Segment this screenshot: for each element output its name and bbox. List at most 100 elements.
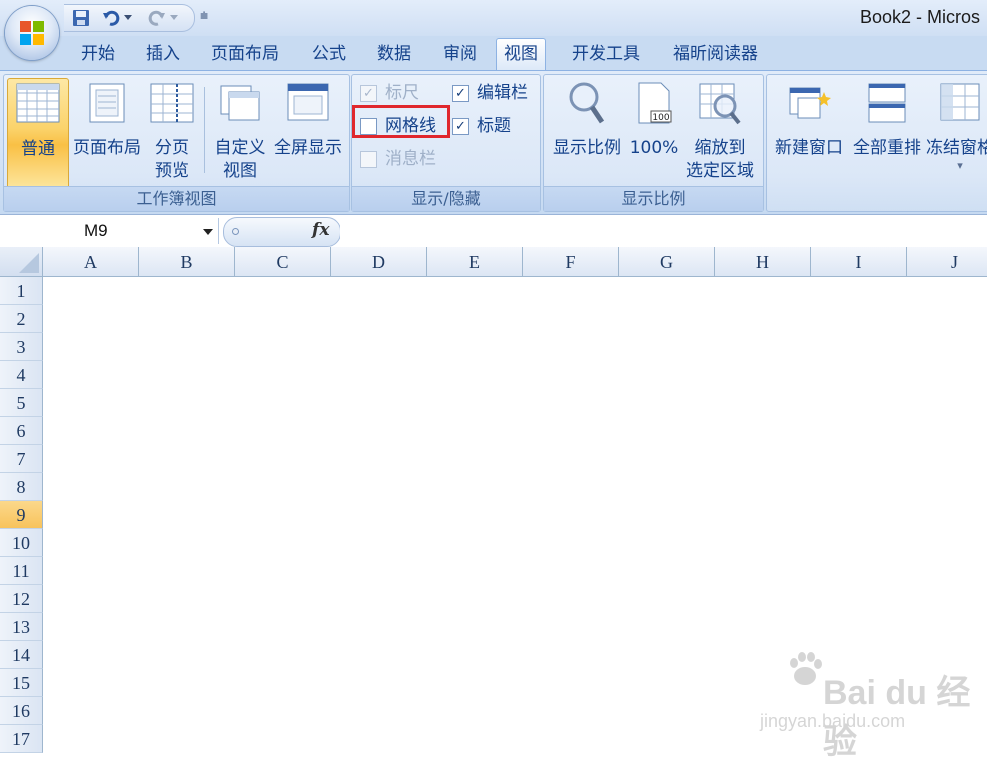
- row-headers: 1 2 3 4 5 6 7 8 9 10 11 12 13 14 15 16 17: [0, 277, 43, 757]
- column-header[interactable]: E: [427, 247, 523, 277]
- zoom-to-selection-label-2: 选定区域: [686, 161, 754, 181]
- headings-check-icon: ✓: [452, 117, 469, 135]
- row-header[interactable]: 3: [0, 333, 43, 361]
- headings-checkbox[interactable]: ✓ 标题: [452, 114, 511, 138]
- arrange-all-button[interactable]: 全部重排: [849, 78, 925, 188]
- new-window-icon: [789, 87, 831, 119]
- normal-view-button[interactable]: 普通: [7, 78, 69, 190]
- row-header[interactable]: 13: [0, 613, 43, 641]
- ribbon: 普通 页面布局 分页 预览 自定义 视图 全屏显示 工作簿视图 ✓ 标尺 ✓ 编…: [0, 70, 987, 215]
- save-icon[interactable]: [70, 8, 92, 28]
- page-layout-view-button[interactable]: 页面布局: [68, 78, 146, 188]
- custom-views-label-2: 视图: [223, 161, 257, 181]
- row-header[interactable]: 2: [0, 305, 43, 333]
- zoom-100-icon: 100: [638, 82, 672, 124]
- column-headers: ABCDEFGHIJ: [43, 247, 987, 277]
- tab-view[interactable]: 视图: [496, 38, 546, 71]
- row-header[interactable]: 9: [0, 501, 43, 529]
- group-label-workbook-views: 工作簿视图: [4, 186, 349, 211]
- arrange-all-icon: [868, 83, 906, 123]
- redo-dropdown-icon[interactable]: [168, 8, 180, 28]
- column-header[interactable]: I: [811, 247, 907, 277]
- formula-bar-checkbox[interactable]: ✓ 编辑栏: [452, 81, 528, 105]
- zoom-to-selection-button[interactable]: 缩放到 选定区域: [680, 78, 760, 188]
- insert-function-button[interactable]: fx: [312, 220, 329, 240]
- row-header[interactable]: 16: [0, 697, 43, 725]
- tab-developer[interactable]: 开发工具: [565, 39, 647, 70]
- formula-input[interactable]: [340, 218, 987, 244]
- row-header[interactable]: 11: [0, 557, 43, 585]
- window-title: Book2 - Micros: [860, 7, 981, 27]
- message-bar-label: 消息栏: [385, 149, 436, 169]
- tab-foxit-reader[interactable]: 福昕阅读器: [666, 39, 765, 70]
- custom-views-button[interactable]: 自定义 视图: [208, 78, 272, 188]
- row-header[interactable]: 4: [0, 361, 43, 389]
- row-header[interactable]: 8: [0, 473, 43, 501]
- tab-data[interactable]: 数据: [370, 39, 418, 70]
- group-separator: [204, 87, 205, 173]
- name-box[interactable]: M9: [0, 218, 219, 244]
- customize-qat-icon[interactable]: ⩧: [200, 8, 208, 24]
- resize-handle-icon[interactable]: [232, 228, 239, 235]
- column-header[interactable]: H: [715, 247, 811, 277]
- formula-bar-check-icon: ✓: [452, 84, 469, 102]
- name-box-value: M9: [84, 221, 108, 240]
- column-header[interactable]: D: [331, 247, 427, 277]
- row-header[interactable]: 12: [0, 585, 43, 613]
- page-break-preview-label-2: 预览: [155, 161, 189, 181]
- undo-dropdown-icon[interactable]: [122, 8, 134, 28]
- baidu-watermark: Bai du 经验 jingyan.baidu.com: [755, 645, 975, 761]
- tab-insert[interactable]: 插入: [139, 39, 187, 70]
- freeze-panes-label: 冻结窗格: [926, 138, 987, 158]
- zoom-100-button[interactable]: 100 100%: [628, 78, 680, 188]
- ruler-checkbox[interactable]: ✓ 标尺: [360, 81, 419, 105]
- zoom-100-label: 100%: [629, 138, 679, 158]
- freeze-panes-button[interactable]: 冻结窗格 ▾: [925, 78, 987, 188]
- tab-home[interactable]: 开始: [74, 39, 122, 70]
- zoom-to-selection-icon: [699, 83, 741, 125]
- full-screen-label: 全屏显示: [274, 138, 342, 158]
- page-break-preview-button[interactable]: 分页 预览: [146, 78, 198, 188]
- new-window-button[interactable]: 新建窗口: [769, 78, 849, 188]
- row-header[interactable]: 10: [0, 529, 43, 557]
- zoom-button[interactable]: 显示比例: [546, 78, 628, 188]
- new-window-label: 新建窗口: [775, 138, 843, 158]
- normal-view-icon: [16, 83, 60, 123]
- row-header[interactable]: 15: [0, 669, 43, 697]
- row-header[interactable]: 1: [0, 277, 43, 305]
- watermark-url: jingyan.baidu.com: [760, 711, 906, 731]
- full-screen-icon: [287, 83, 329, 121]
- row-header[interactable]: 7: [0, 445, 43, 473]
- zoom-label: 显示比例: [553, 138, 621, 158]
- row-header[interactable]: 6: [0, 417, 43, 445]
- message-bar-checkbox[interactable]: 消息栏: [360, 147, 436, 171]
- row-header[interactable]: 14: [0, 641, 43, 669]
- group-show-hide: ✓ 标尺 ✓ 编辑栏 网格线 ✓ 标题 消息栏 显示/隐藏: [351, 74, 541, 212]
- ruler-check-icon: ✓: [360, 84, 377, 102]
- tab-formulas[interactable]: 公式: [305, 39, 353, 70]
- group-label-show-hide: 显示/隐藏: [352, 186, 540, 211]
- column-header[interactable]: C: [235, 247, 331, 277]
- name-box-dropdown-icon[interactable]: [203, 229, 213, 235]
- office-button[interactable]: [5, 6, 59, 60]
- redo-icon[interactable]: [146, 8, 168, 28]
- tab-review[interactable]: 审阅: [436, 39, 484, 70]
- select-all-button[interactable]: [0, 247, 43, 277]
- formula-controls: fx: [223, 217, 341, 247]
- column-header[interactable]: J: [907, 247, 987, 277]
- row-header[interactable]: 5: [0, 389, 43, 417]
- formula-bar-label: 编辑栏: [477, 83, 528, 103]
- custom-views-icon: [220, 85, 260, 121]
- ribbon-tabs: 开始 插入 页面布局 公式 数据 审阅 视图 开发工具 福昕阅读器: [0, 36, 987, 71]
- undo-icon[interactable]: [100, 8, 122, 28]
- column-header[interactable]: F: [523, 247, 619, 277]
- tab-page-layout[interactable]: 页面布局: [204, 39, 286, 70]
- freeze-dropdown-icon: ▾: [957, 159, 963, 172]
- normal-view-label: 普通: [21, 139, 55, 159]
- row-header[interactable]: 17: [0, 725, 43, 753]
- formula-bar: M9 fx: [0, 214, 987, 248]
- full-screen-button[interactable]: 全屏显示: [270, 78, 346, 188]
- column-header[interactable]: G: [619, 247, 715, 277]
- column-header[interactable]: B: [139, 247, 235, 277]
- column-header[interactable]: A: [43, 247, 139, 277]
